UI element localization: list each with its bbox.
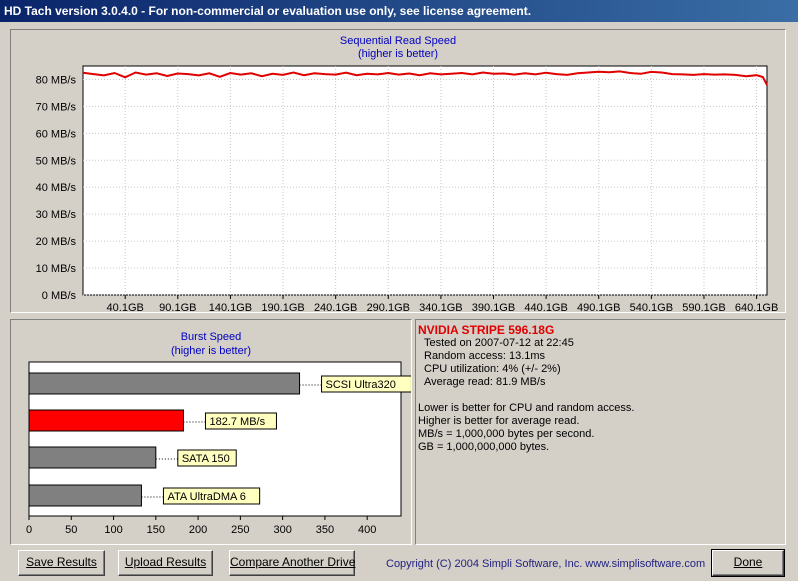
note-gb-definition: GB = 1,000,000,000 bytes. [418, 441, 550, 453]
compare-another-drive-label: Compare Another Drive [230, 555, 356, 569]
x-tick-label: 250 [231, 524, 249, 536]
x-tick-label: 440.1GB [524, 302, 567, 312]
window-title: HD Tach version 3.0.4.0 - For non-commer… [4, 4, 532, 18]
x-tick-label: 50 [65, 524, 77, 536]
sequential-read-chart: Sequential Read Speed (higher is better)… [36, 35, 779, 312]
note-higher-better: Higher is better for average read. [418, 415, 580, 427]
done-button[interactable]: Done [711, 549, 785, 577]
burst-bar-label: SCSI Ultra320 [326, 379, 396, 391]
average-read: Average read: 81.9 MB/s [424, 376, 546, 388]
x-tick-label: 140.1GB [209, 302, 252, 312]
cpu-utilization: CPU utilization: 4% (+/- 2%) [424, 363, 561, 375]
chart-title: Sequential Read Speed [340, 35, 456, 47]
x-tick-label: 400 [358, 524, 376, 536]
y-tick-label: 40 MB/s [36, 182, 77, 194]
x-tick-label: 590.1GB [682, 302, 725, 312]
x-tick-label: 100 [104, 524, 122, 536]
save-results-label: Save Results [26, 555, 97, 569]
y-tick-label: 50 MB/s [36, 155, 77, 167]
x-tick-label: 90.1GB [159, 302, 196, 312]
upload-results-label: Upload Results [124, 555, 207, 569]
save-results-button[interactable]: Save Results [18, 550, 105, 576]
chart-subtitle: (higher is better) [171, 345, 251, 357]
x-tick-label: 190.1GB [261, 302, 304, 312]
note-mbs-definition: MB/s = 1,000,000 bytes per second. [418, 428, 595, 440]
x-tick-label: 40.1GB [107, 302, 144, 312]
burst-bar [28, 446, 157, 469]
x-tick-label: 340.1GB [419, 302, 462, 312]
burst-bar [28, 372, 301, 395]
y-tick-label: 20 MB/s [36, 236, 77, 248]
y-tick-label: 0 MB/s [42, 290, 77, 302]
compare-another-drive-button[interactable]: Compare Another Drive [229, 550, 355, 576]
burst-bar-label: ATA UltraDMA 6 [167, 491, 245, 503]
random-access: Random access: 13.1ms [424, 350, 546, 362]
burst-speed-panel: Burst Speed (higher is better) 0 50 100 150… [10, 319, 412, 545]
x-tick-label: 240.1GB [314, 302, 357, 312]
x-tick-label: 300 [273, 524, 291, 536]
sequential-read-panel: Sequential Read Speed (higher is better)… [10, 29, 786, 313]
burst-speed-chart: Burst Speed (higher is better) 0 50 100 150… [26, 331, 411, 536]
x-tick-label: 540.1GB [630, 302, 673, 312]
window-title-bar[interactable]: HD Tach version 3.0.4.0 - For non-commer… [0, 0, 798, 22]
y-tick-label: 10 MB/s [36, 263, 77, 275]
y-tick-label: 30 MB/s [36, 209, 77, 221]
y-tick-label: 80 MB/s [36, 74, 77, 86]
x-tick-label: 390.1GB [472, 302, 515, 312]
burst-bar-label: SATA 150 [182, 453, 230, 465]
copyright-text: Copyright (C) 2004 Simpli Software, Inc.… [386, 558, 706, 570]
x-tick-label: 640.1GB [735, 302, 778, 312]
upload-results-button[interactable]: Upload Results [118, 550, 213, 576]
burst-bar-label: 182.7 MB/s [209, 416, 265, 428]
note-lower-better: Lower is better for CPU and random acces… [418, 402, 635, 414]
plot-area [82, 65, 768, 296]
chart-title: Burst Speed [181, 331, 242, 343]
drive-name: NVIDIA STRIPE 596.18G [418, 323, 555, 337]
x-tick-label: 200 [189, 524, 207, 536]
y-tick-label: 70 MB/s [36, 101, 77, 113]
x-tick-label: 0 [26, 524, 32, 536]
x-tick-label: 350 [316, 524, 334, 536]
chart-subtitle: (higher is better) [358, 48, 438, 60]
burst-bar [28, 484, 142, 507]
y-tick-label: 60 MB/s [36, 128, 77, 140]
burst-bar [28, 409, 184, 432]
x-tick-label: 290.1GB [367, 302, 410, 312]
x-tick-label: 490.1GB [577, 302, 620, 312]
x-tick-label: 150 [147, 524, 165, 536]
done-label: Done [733, 555, 763, 569]
tested-on: Tested on 2007-07-12 at 22:45 [424, 337, 574, 349]
